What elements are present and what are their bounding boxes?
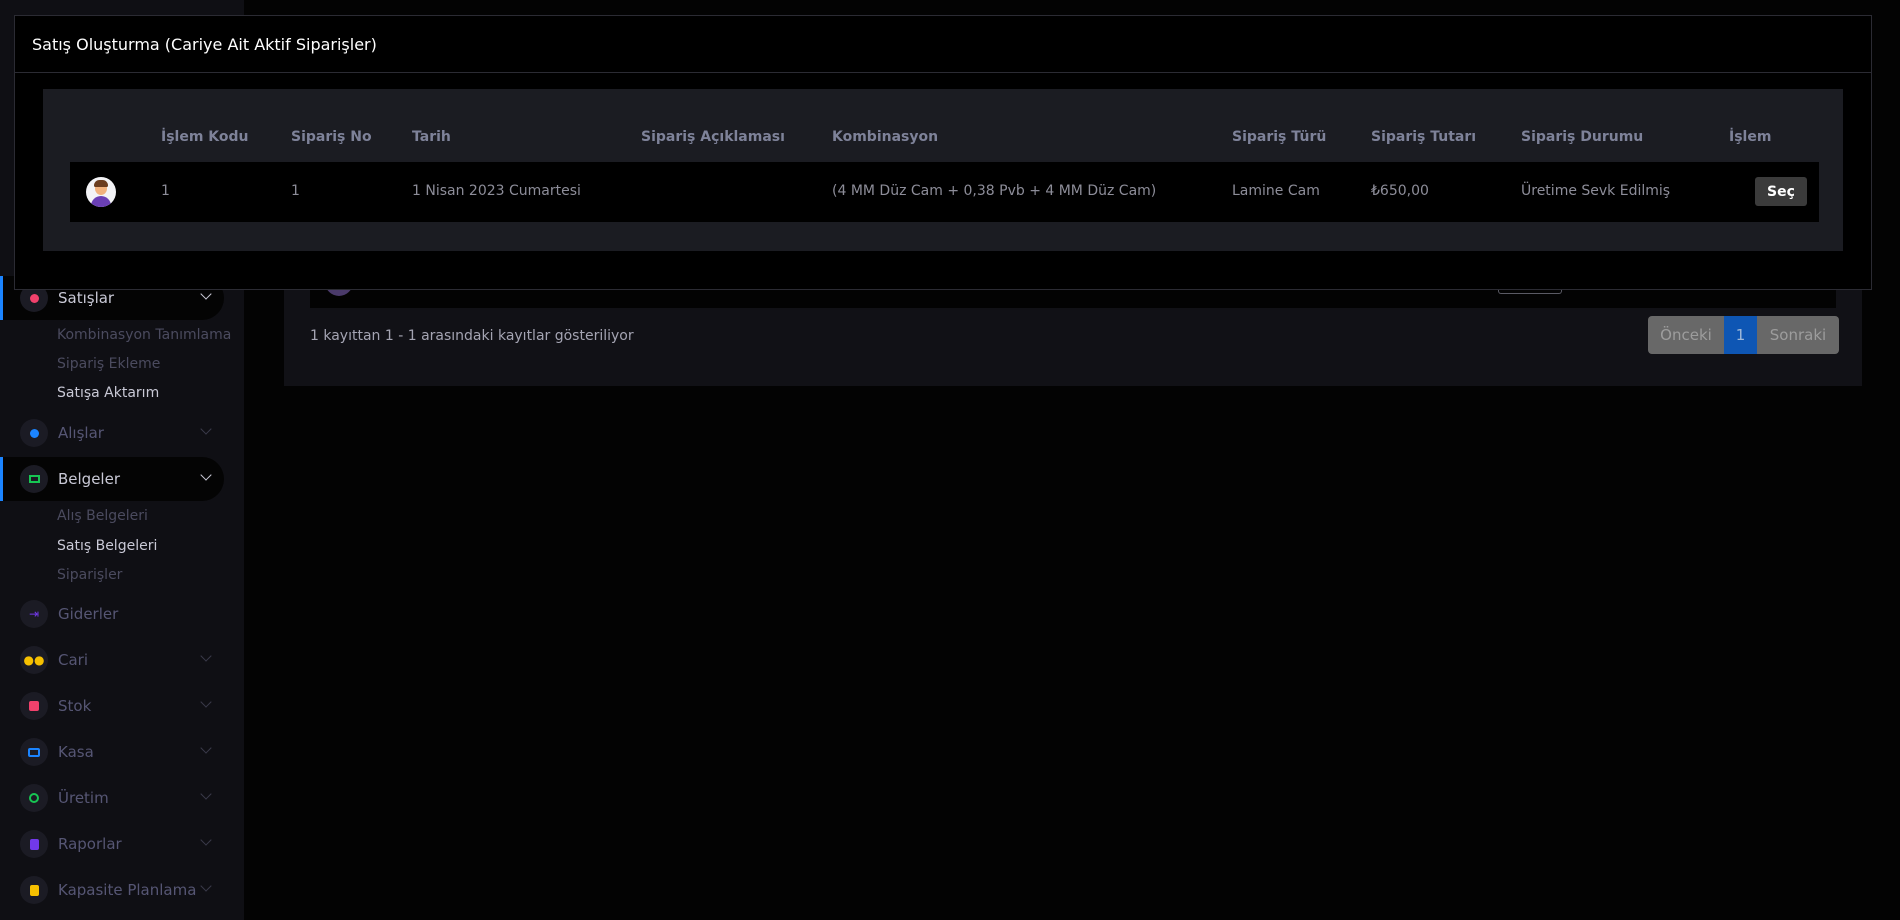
table-row: 1 1 1 Nisan 2023 Cumartesi (4 MM Düz Cam… [70, 162, 1819, 222]
sidebar-item-stok[interactable]: Stok [0, 684, 224, 728]
sidebar-sub-kombinasyon[interactable]: Kombinasyon Tanımlama [57, 327, 231, 343]
sidebar-item-label: Belgeler [58, 470, 120, 488]
sidebar-item-belgeler[interactable]: Belgeler [0, 457, 224, 501]
sidebar-item-label: Cari [58, 651, 88, 669]
cell-tarih: 1 Nisan 2023 Cumartesi [412, 183, 581, 199]
blue-circle-icon [20, 419, 48, 447]
sidebar-item-label: Satışlar [58, 289, 115, 307]
chevron-down-icon [200, 742, 212, 754]
chevron-down-icon [200, 696, 212, 708]
chevron-down-icon [200, 423, 212, 435]
sidebar-item-cari[interactable]: ●● Cari [0, 638, 224, 682]
cell-siparis-turu: Lamine Cam [1232, 183, 1320, 199]
select-button[interactable]: Seç [1755, 177, 1807, 206]
avatar [86, 177, 116, 207]
sidebar-item-label: Kasa [58, 743, 94, 761]
column-header[interactable]: İşlem Kodu [161, 129, 249, 145]
modal: Satış Oluşturma (Cariye Ait Aktif Sipari… [14, 15, 1872, 290]
sidebar-item-label: Üretim [58, 789, 109, 807]
chevron-down-icon [200, 880, 212, 892]
column-header[interactable]: Sipariş No [291, 129, 372, 145]
book-icon [20, 465, 48, 493]
column-header[interactable]: Sipariş Türü [1232, 129, 1326, 145]
column-header[interactable]: Sipariş Açıklaması [641, 129, 785, 145]
modal-body: İşlem Kodu Sipariş No Tarih Sipariş Açık… [43, 89, 1843, 251]
sidebar-item-kasa[interactable]: Kasa [0, 730, 224, 774]
cell-kombinasyon: (4 MM Düz Cam + 0,38 Pvb + 4 MM Düz Cam) [832, 183, 1157, 199]
sidebar-item-label: Raporlar [58, 835, 122, 853]
pagination: Önceki 1 Sonraki [1648, 316, 1839, 354]
sidebar-sub-satisa-aktarim[interactable]: Satışa Aktarım [57, 385, 159, 401]
orders-table: İşlem Kodu Sipariş No Tarih Sipariş Açık… [70, 89, 1819, 222]
pagination-page-button[interactable]: 1 [1724, 316, 1757, 354]
sidebar-sub-siparis-ekleme[interactable]: Sipariş Ekleme [57, 356, 160, 372]
column-header[interactable]: Sipariş Tutarı [1371, 129, 1476, 145]
column-header[interactable]: Tarih [412, 129, 451, 145]
table-header: İşlem Kodu Sipariş No Tarih Sipariş Açık… [70, 89, 1819, 162]
cell-siparis-tutari: ₺650,00 [1371, 183, 1429, 199]
sidebar-item-label: Alışlar [58, 424, 104, 442]
pagination-next-button[interactable]: Sonraki [1757, 316, 1839, 354]
report-icon [20, 830, 48, 858]
sidebar-item-label: Kapasite Planlama [58, 881, 197, 899]
modal-title: Satış Oluşturma (Cariye Ait Aktif Sipari… [32, 34, 377, 54]
column-header: İşlem [1729, 129, 1772, 145]
sidebar-sub-alis-belgeleri[interactable]: Alış Belgeleri [57, 508, 148, 524]
sidebar-item-label: Giderler [58, 605, 119, 623]
sidebar-item-kapasite-planlama[interactable]: Kapasite Planlama [0, 868, 224, 912]
chevron-down-icon [200, 650, 212, 662]
sidebar-sub-siparisler[interactable]: Siparişler [57, 567, 122, 583]
table-info: 1 kayıttan 1 - 1 arasındaki kayıtlar gös… [310, 328, 634, 344]
clipboard-icon [20, 876, 48, 904]
chevron-down-icon [200, 288, 212, 300]
chevron-down-icon [200, 834, 212, 846]
people-icon: ●● [20, 646, 48, 674]
cell-siparis-durumu: Üretime Sevk Edilmiş [1521, 183, 1671, 199]
chevron-down-icon [200, 469, 212, 481]
chevron-down-icon [200, 788, 212, 800]
cell-siparis-no: 1 [291, 183, 300, 199]
sidebar-item-raporlar[interactable]: Raporlar [0, 822, 224, 866]
factory-icon [20, 784, 48, 812]
arrow-right-icon: ⇥ [20, 600, 48, 628]
column-header[interactable]: Sipariş Durumu [1521, 129, 1643, 145]
box-icon [20, 692, 48, 720]
sidebar-item-alislar[interactable]: Alışlar [0, 411, 224, 455]
sidebar-item-uretim[interactable]: Üretim [0, 776, 224, 820]
wallet-icon [20, 738, 48, 766]
sidebar-sub-satis-belgeleri[interactable]: Satış Belgeleri [57, 538, 157, 554]
sidebar-item-giderler[interactable]: ⇥ Giderler [0, 592, 224, 636]
sidebar-item-label: Stok [58, 697, 92, 715]
modal-header: Satış Oluşturma (Cariye Ait Aktif Sipari… [15, 16, 1871, 73]
pagination-prev-button[interactable]: Önceki [1648, 316, 1724, 354]
column-header[interactable]: Kombinasyon [832, 129, 938, 145]
cell-islem-kodu: 1 [161, 183, 170, 199]
